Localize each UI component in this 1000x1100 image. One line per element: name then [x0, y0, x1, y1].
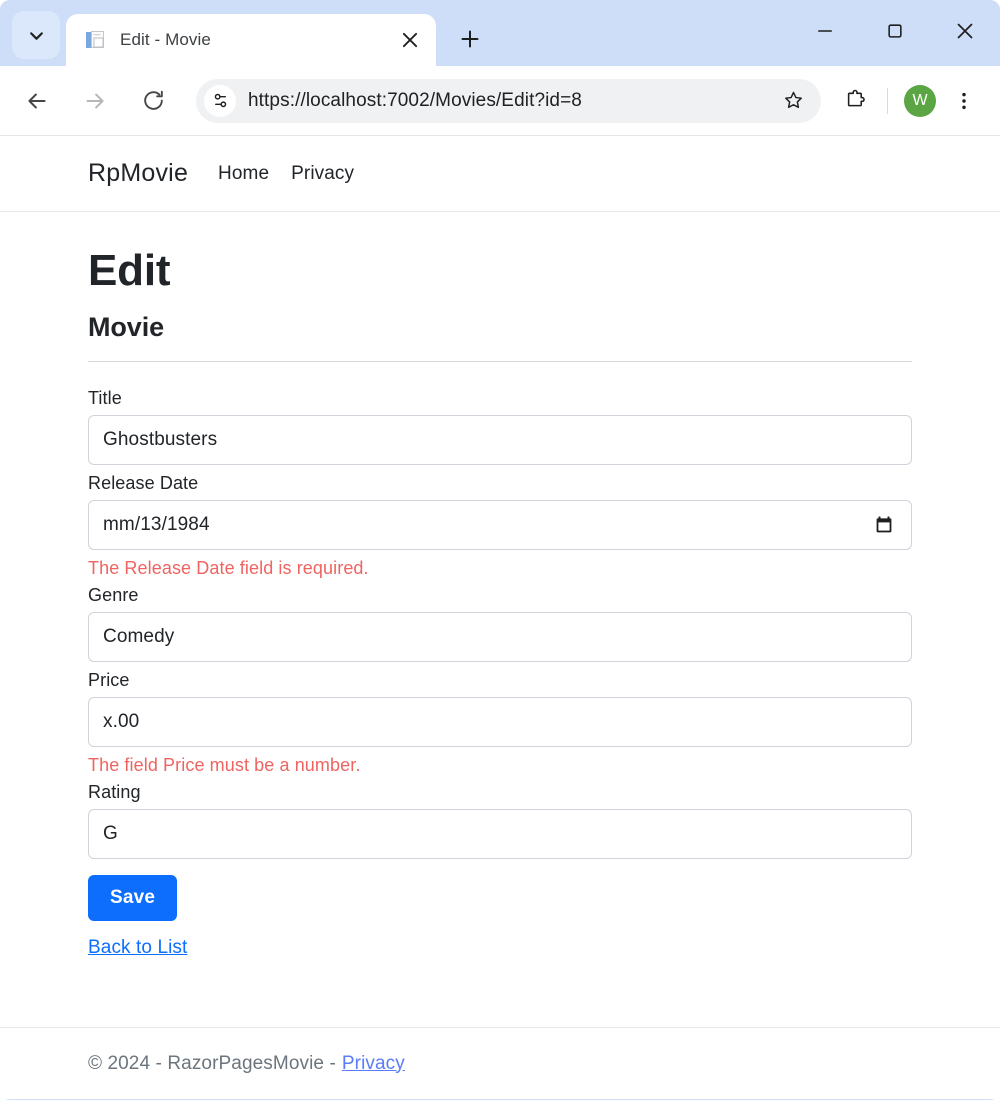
title-input-value: Ghostbusters — [103, 429, 218, 450]
window-close-button[interactable] — [930, 0, 1000, 62]
arrow-left-icon — [28, 93, 46, 108]
back-button[interactable] — [14, 78, 60, 124]
footer-copyright: © 2024 - RazorPagesMovie - — [88, 1052, 336, 1074]
window-controls — [790, 0, 1000, 62]
document-icon — [84, 29, 106, 51]
genre-input-value: Comedy — [103, 626, 175, 647]
extensions-button[interactable] — [833, 79, 877, 123]
window-minimize-button[interactable] — [790, 0, 860, 62]
tab-title: Edit - Movie — [120, 30, 211, 49]
rating-input-value: G — [103, 823, 118, 844]
nav-link-privacy[interactable]: Privacy — [291, 163, 354, 185]
close-icon — [957, 23, 973, 39]
plus-icon — [461, 30, 479, 48]
toolbar-separator — [887, 87, 888, 114]
page-subtitle: Movie — [88, 312, 165, 342]
page-viewport: RpMovie Home Privacy Edit Movie Title Gh… — [0, 136, 1000, 1099]
star-icon — [784, 91, 802, 109]
minimize-icon — [818, 30, 832, 32]
movie-edit-form: Title Ghostbusters Release Date mm/13/19… — [88, 388, 912, 959]
three-dots-vertical-icon — [962, 92, 966, 109]
label-genre: Genre — [88, 585, 139, 605]
page-content: Edit Movie Title Ghostbusters Release Da… — [0, 212, 1000, 1027]
footer-privacy-link[interactable]: Privacy — [342, 1053, 405, 1075]
label-release-date: Release Date — [88, 473, 199, 493]
browser-tab[interactable]: Edit - Movie — [66, 14, 436, 66]
browser-menu-button[interactable] — [942, 79, 986, 123]
address-bar[interactable]: https://localhost:7002/Movies/Edit?id=8 — [196, 78, 821, 123]
price-input-value: x.00 — [103, 711, 140, 732]
label-price: Price — [88, 670, 130, 690]
rating-input[interactable]: G — [88, 809, 912, 859]
calendar-picker-button[interactable] — [871, 512, 897, 538]
site-navbar: RpMovie Home Privacy — [0, 136, 1000, 212]
close-icon — [402, 32, 418, 48]
arrow-right-icon — [86, 93, 104, 108]
release-date-input[interactable]: mm/13/1984 — [88, 500, 912, 550]
url-text[interactable]: https://localhost:7002/Movies/Edit?id=8 — [248, 90, 775, 112]
new-tab-button[interactable] — [448, 17, 492, 61]
browser-toolbar: https://localhost:7002/Movies/Edit?id=8 … — [0, 66, 1000, 136]
title-input[interactable]: Ghostbusters — [88, 415, 912, 465]
site-footer: © 2024 - RazorPagesMovie - Privacy — [0, 1027, 1000, 1099]
bookmark-button[interactable] — [775, 83, 811, 119]
back-to-list-link[interactable]: Back to List — [88, 937, 187, 959]
forward-button[interactable] — [72, 78, 118, 124]
chevron-down-icon — [29, 31, 43, 40]
browser-window: Edit - Movie https://localhost:7002/Movi… — [0, 0, 1000, 1100]
tab-close-button[interactable] — [396, 26, 424, 54]
divider — [88, 361, 912, 362]
price-input[interactable]: x.00 — [88, 697, 912, 747]
reload-icon — [143, 90, 163, 110]
avatar[interactable]: W — [904, 84, 936, 117]
maximize-icon — [888, 24, 902, 38]
calendar-icon — [876, 516, 892, 533]
genre-input[interactable]: Comedy — [88, 612, 912, 662]
label-title: Title — [88, 388, 122, 408]
page-title: Edit — [88, 246, 171, 295]
site-brand[interactable]: RpMovie — [88, 159, 188, 188]
window-maximize-button[interactable] — [860, 0, 930, 62]
tab-search-button[interactable] — [12, 11, 60, 59]
tune-icon — [214, 93, 226, 108]
reload-button[interactable] — [130, 78, 176, 124]
tab-strip: Edit - Movie — [0, 0, 1000, 66]
site-info-button[interactable] — [204, 84, 236, 117]
puzzle-icon — [847, 89, 865, 107]
save-button[interactable]: Save — [88, 875, 178, 921]
release-date-input-value: mm/13/1984 — [103, 514, 210, 535]
price-error: The field Price must be a number. — [88, 755, 361, 775]
release-date-error: The Release Date field is required. — [88, 558, 369, 578]
nav-link-home[interactable]: Home — [218, 163, 269, 185]
label-rating: Rating — [88, 782, 141, 802]
